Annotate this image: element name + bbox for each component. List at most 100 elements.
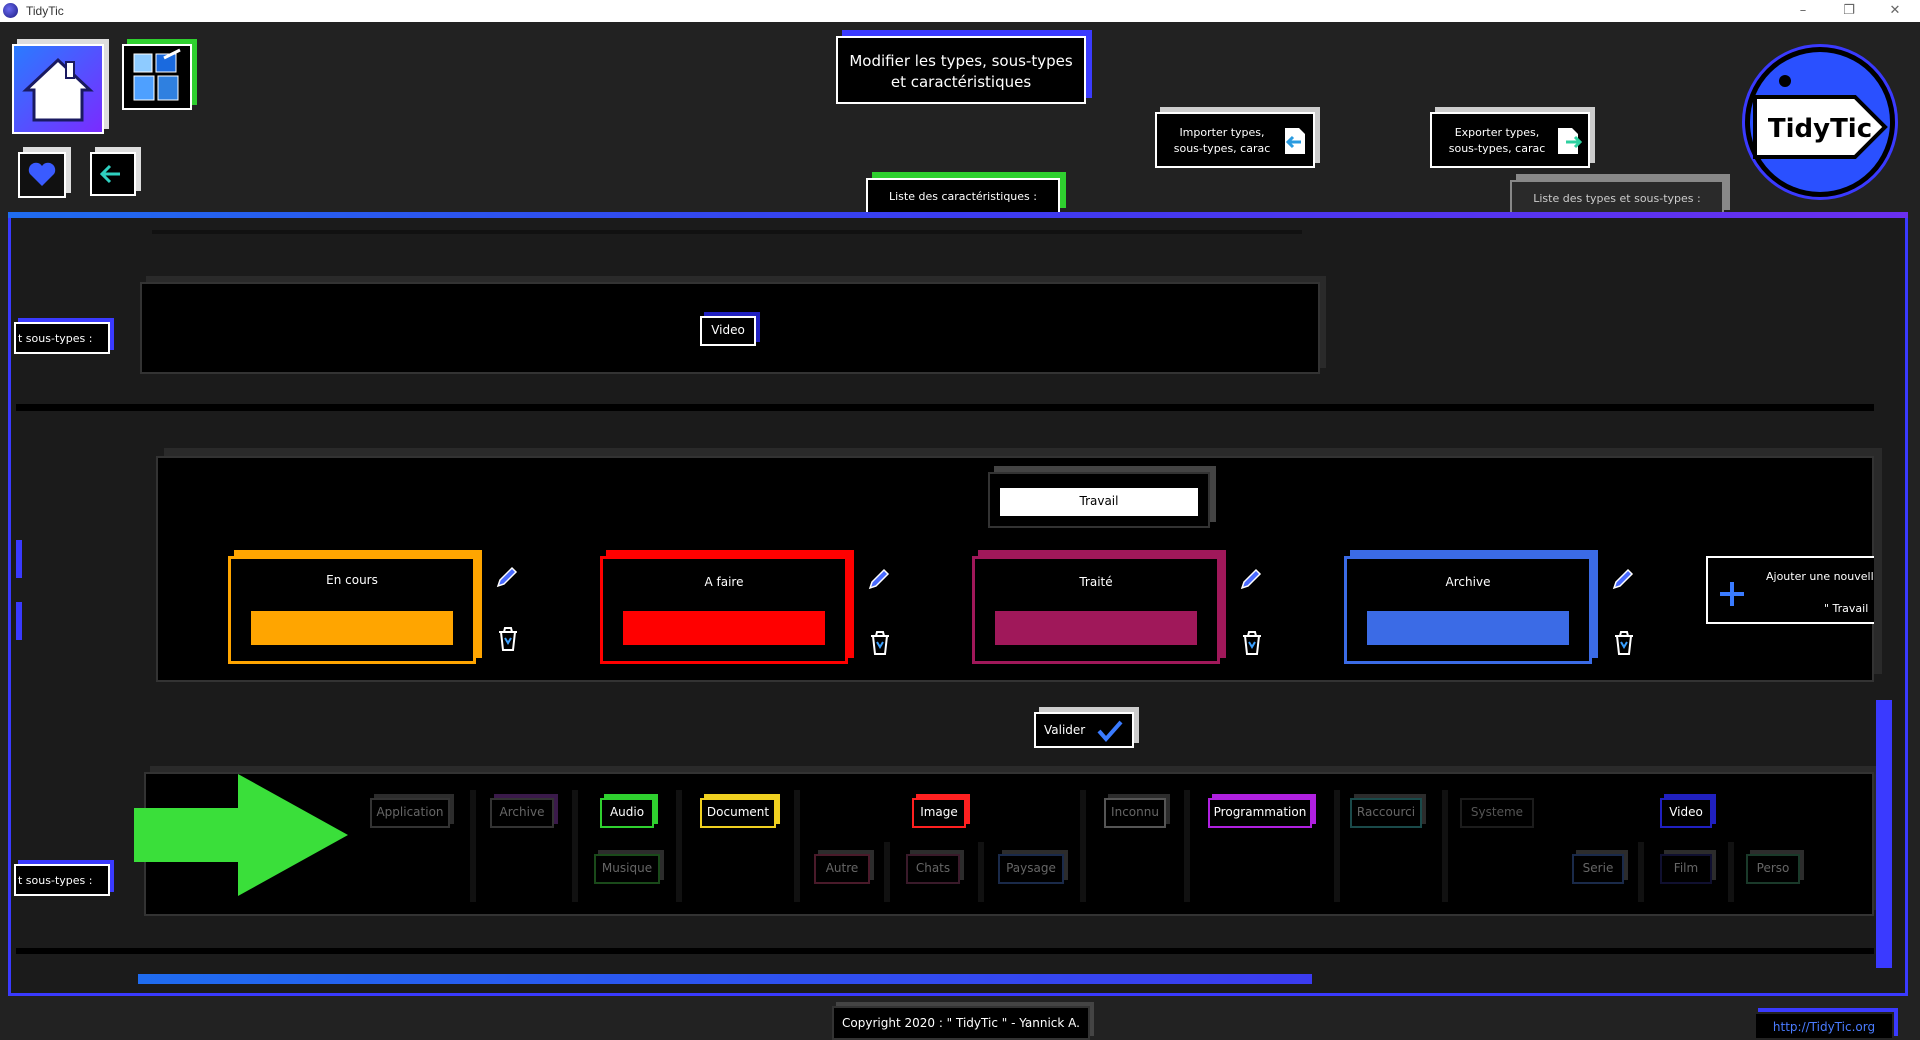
- home-button[interactable]: [12, 44, 104, 134]
- media-icon: [133, 48, 181, 101]
- separator: [1442, 790, 1448, 902]
- validate-label: Valider: [1044, 723, 1086, 737]
- window-titlebar: TidyTic – ❐ ✕: [0, 0, 1920, 22]
- subtype-tag-autre[interactable]: Autre: [814, 854, 870, 884]
- status-color-swatch[interactable]: [251, 611, 453, 645]
- copyright-text: Copyright 2020 : " TidyTic " - Yannick A…: [832, 1006, 1090, 1040]
- add-status-label-2: " Travail: [1824, 602, 1869, 615]
- type-tag-application[interactable]: Application: [370, 798, 450, 828]
- page-title-box: Modifier les types, sous-types et caract…: [836, 36, 1086, 104]
- export-icon: [1558, 128, 1583, 154]
- import-label-1: Importer types,: [1179, 126, 1265, 139]
- status-color-swatch[interactable]: [1367, 611, 1569, 645]
- types-row-panel: [144, 772, 1874, 916]
- left-tab-subtypes[interactable]: t sous-types :: [14, 322, 110, 354]
- export-label-1: Exporter types,: [1454, 126, 1540, 139]
- add-status-clip: Ajouter une nouvell " Travail: [1706, 556, 1874, 624]
- window-title: TidyTic: [26, 4, 64, 18]
- separator: [884, 842, 890, 902]
- status-name: A faire: [704, 575, 744, 589]
- type-tag-image[interactable]: Image: [912, 798, 966, 828]
- trash-icon[interactable]: [868, 630, 892, 656]
- arrow-right-icon: [134, 774, 348, 896]
- type-tag-document[interactable]: Document: [700, 798, 776, 828]
- status-name: En cours: [326, 573, 378, 587]
- type-tag-programmation[interactable]: Programmation: [1208, 798, 1312, 828]
- separator: [1184, 790, 1190, 902]
- status-card-en-cours[interactable]: En cours: [228, 556, 476, 664]
- favorites-button[interactable]: [18, 152, 66, 198]
- status-card-archive[interactable]: Archive: [1344, 556, 1592, 664]
- status-name: Archive: [1445, 575, 1491, 589]
- close-button[interactable]: ✕: [1872, 0, 1918, 22]
- divider: [16, 948, 1874, 954]
- left-tab-subtypes-2[interactable]: t sous-types :: [14, 864, 110, 896]
- tag-video[interactable]: Video: [700, 316, 756, 346]
- media-types-button[interactable]: [122, 44, 192, 110]
- pencil-icon[interactable]: [866, 566, 892, 592]
- page-title-line2: et caractéristiques: [890, 73, 1032, 91]
- separator: [1334, 790, 1340, 902]
- trash-icon[interactable]: [496, 626, 520, 652]
- logo-text: TidyTic: [1768, 114, 1872, 144]
- subtype-tag-paysage[interactable]: Paysage: [998, 854, 1064, 884]
- restore-button[interactable]: ❐: [1826, 0, 1872, 22]
- horizontal-scrollbar[interactable]: [138, 974, 1312, 984]
- back-button[interactable]: [90, 152, 136, 196]
- separator: [978, 842, 984, 902]
- left-edge-marker: [16, 602, 22, 640]
- separator: [676, 790, 682, 902]
- trash-icon[interactable]: [1240, 630, 1264, 656]
- export-label-2: sous-types, carac: [1448, 142, 1546, 155]
- left-edge-marker: [16, 540, 22, 578]
- minimize-button[interactable]: –: [1780, 0, 1826, 22]
- tab-types[interactable]: Liste des types et sous-types :: [1510, 180, 1724, 216]
- plus-icon: [1720, 582, 1744, 606]
- export-button[interactable]: Exporter types, sous-types, carac: [1430, 112, 1590, 168]
- type-name-input[interactable]: Travail: [1000, 488, 1198, 516]
- add-status-button[interactable]: Ajouter une nouvell " Travail: [1706, 556, 1874, 624]
- separator: [1638, 842, 1644, 902]
- add-status-label-1: Ajouter une nouvell: [1766, 570, 1874, 583]
- subtype-tag-musique[interactable]: Musique: [594, 854, 660, 884]
- type-tag-audio[interactable]: Audio: [600, 798, 654, 828]
- tidytic-logo[interactable]: TidyTic: [1742, 44, 1898, 200]
- type-tag-archive[interactable]: Archive: [490, 798, 554, 828]
- divider: [152, 230, 1302, 234]
- app-icon: [3, 3, 18, 18]
- separator: [470, 790, 476, 902]
- type-tag-raccourci[interactable]: Raccourci: [1350, 798, 1422, 828]
- pencil-icon[interactable]: [1610, 566, 1636, 592]
- page-title-line1: Modifier les types, sous-types: [849, 52, 1073, 70]
- type-name-box: Travail: [988, 472, 1210, 528]
- separator: [1728, 842, 1734, 902]
- logo-icon: TidyTic: [1750, 52, 1890, 192]
- heart-icon: [20, 154, 64, 196]
- subtype-tag-chats[interactable]: Chats: [906, 854, 960, 884]
- status-card-a-faire[interactable]: A faire: [600, 556, 848, 664]
- separator: [1080, 790, 1086, 902]
- status-card-traite[interactable]: Traité: [972, 556, 1220, 664]
- separator: [794, 790, 800, 902]
- website-link[interactable]: http://TidyTic.org: [1754, 1012, 1894, 1040]
- separator: [572, 790, 578, 902]
- subtype-tag-perso[interactable]: Perso: [1746, 854, 1800, 884]
- vertical-scrollbar[interactable]: [1876, 700, 1892, 968]
- import-label-2: sous-types, carac: [1173, 142, 1271, 155]
- status-color-swatch[interactable]: [995, 611, 1197, 645]
- type-tag-inconnu[interactable]: Inconnu: [1104, 798, 1166, 828]
- subtype-tag-serie[interactable]: Serie: [1572, 854, 1624, 884]
- home-icon: [14, 46, 102, 132]
- status-color-swatch[interactable]: [623, 611, 825, 645]
- status-name: Traité: [1079, 575, 1113, 589]
- subtype-tag-film[interactable]: Film: [1660, 854, 1712, 884]
- trash-icon[interactable]: [1612, 630, 1636, 656]
- import-button[interactable]: Importer types, sous-types, carac: [1155, 112, 1315, 168]
- back-arrow-icon: [99, 164, 120, 184]
- type-tag-video[interactable]: Video: [1660, 798, 1712, 828]
- validate-button[interactable]: Valider: [1034, 712, 1134, 748]
- type-tag-systeme[interactable]: Systeme: [1460, 798, 1534, 828]
- pencil-icon[interactable]: [1238, 566, 1264, 592]
- tab-characteristics[interactable]: Liste des caractéristiques :: [866, 178, 1060, 214]
- pencil-icon[interactable]: [494, 564, 520, 590]
